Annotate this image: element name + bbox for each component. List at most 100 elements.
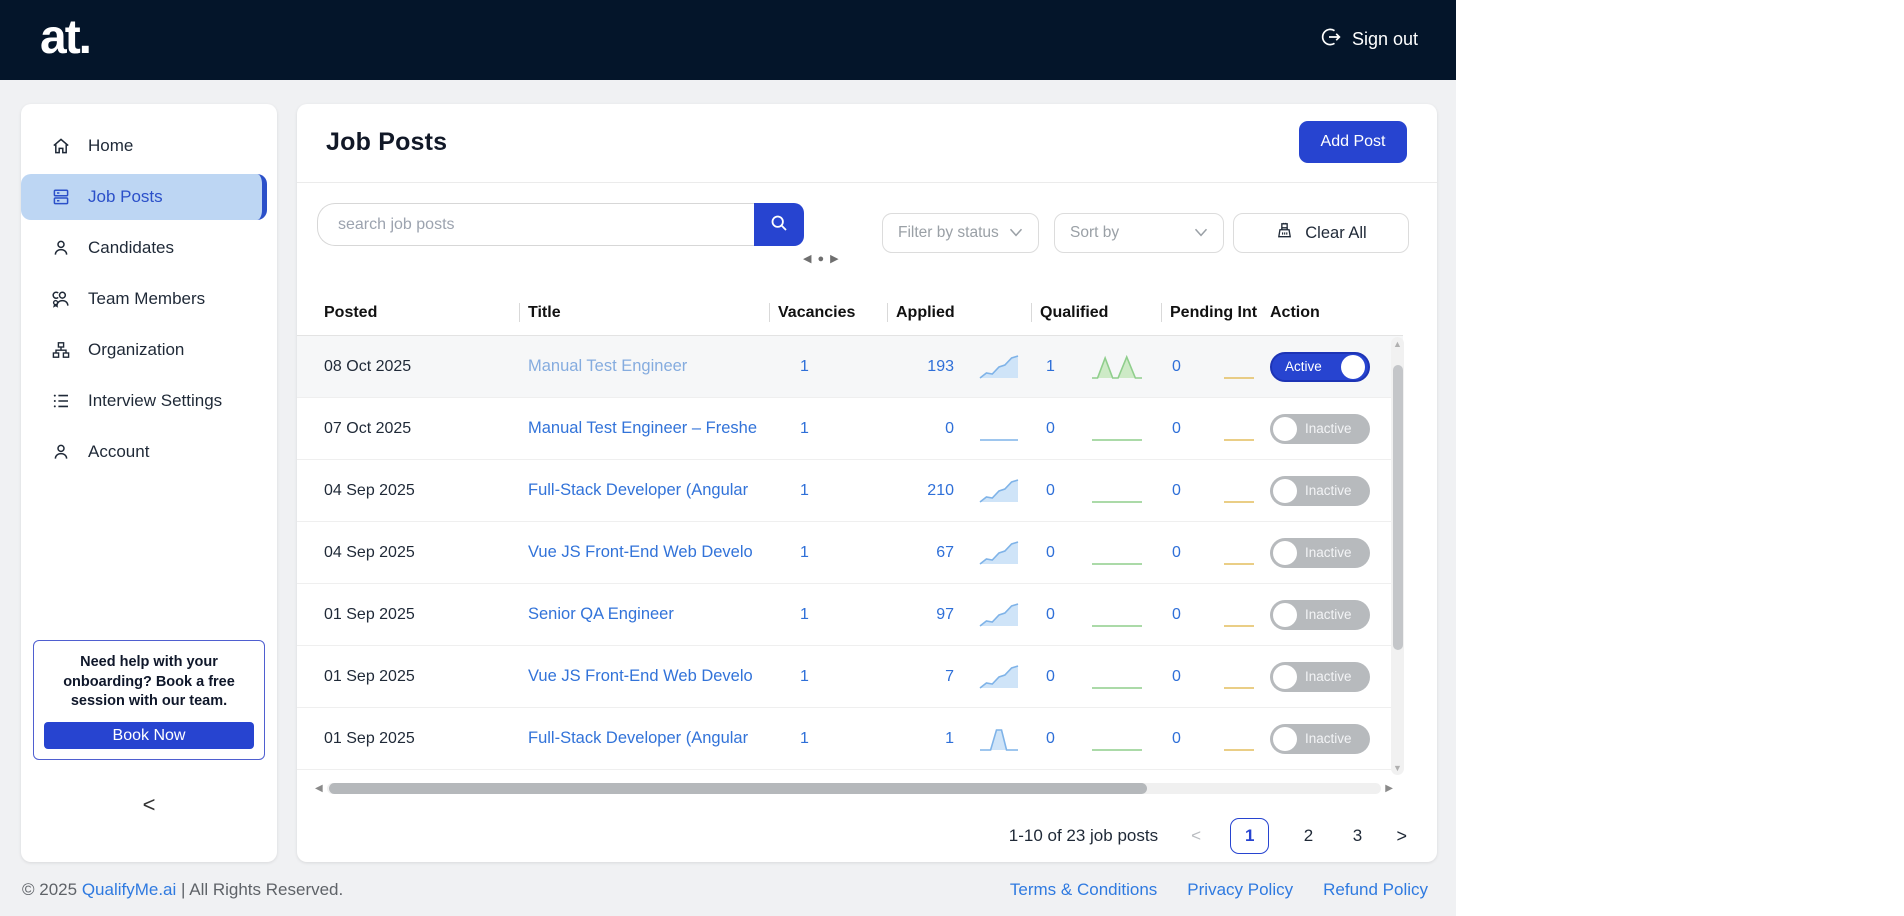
sidebar-collapse-button[interactable]: < xyxy=(21,792,277,818)
sidebar-item-label: Job Posts xyxy=(88,187,163,206)
status-toggle[interactable]: Inactive xyxy=(1270,537,1370,568)
clear-all-button[interactable]: Clear All xyxy=(1233,213,1409,253)
pending-value: 0 xyxy=(1172,605,1181,623)
green-sparkline xyxy=(1092,500,1142,503)
posted-date: 01 Sep 2025 xyxy=(324,667,415,685)
qualified-value: 0 xyxy=(1046,481,1055,499)
qualified-cell: 0 xyxy=(1040,725,1170,753)
status-toggle[interactable]: Inactive xyxy=(1270,475,1370,506)
pagination-prev-button[interactable]: < xyxy=(1191,826,1201,846)
pending-value: 0 xyxy=(1172,357,1181,375)
onboarding-help-box: Need help with your onboarding? Book a f… xyxy=(33,640,265,760)
job-title-link[interactable]: Vue JS Front-End Web Develo xyxy=(528,543,768,562)
column-header-action: Action xyxy=(1270,303,1320,321)
scroll-down-icon[interactable]: ▼ xyxy=(1391,763,1404,773)
brand-logo: at. xyxy=(40,11,92,64)
job-posts-table: Posted Title Vacancies Applied Qualified Pend… xyxy=(297,290,1403,770)
status-toggle[interactable]: Active xyxy=(1270,351,1370,382)
vacancies-value: 1 xyxy=(800,419,809,437)
job-title-cell: Full-Stack Developer (Angular xyxy=(528,729,778,748)
filter-by-status-dropdown[interactable]: Filter by status xyxy=(882,213,1039,253)
scroll-right-icon[interactable]: ▶ xyxy=(1381,783,1397,794)
column-header-title: Title xyxy=(528,290,778,335)
sidebar-item-home[interactable]: Home xyxy=(21,123,267,169)
applied-value: 1 xyxy=(945,729,954,747)
status-toggle[interactable]: Inactive xyxy=(1270,723,1370,754)
status-toggle[interactable]: Inactive xyxy=(1270,661,1370,692)
toggle-label: Inactive xyxy=(1305,669,1352,684)
chevron-down-icon xyxy=(1194,224,1208,242)
carousel-prev-icon[interactable]: ◀ xyxy=(803,252,811,265)
add-post-button[interactable]: Add Post xyxy=(1299,121,1407,163)
pagination-next-button[interactable]: > xyxy=(1396,826,1407,847)
footer-link-privacy-policy[interactable]: Privacy Policy xyxy=(1187,880,1293,900)
vacancies-value: 1 xyxy=(800,667,809,685)
toggle-label: Inactive xyxy=(1305,731,1352,746)
column-header-pending-int: Pending Int xyxy=(1170,303,1258,321)
amber-sparkline xyxy=(1224,686,1254,689)
brand-link[interactable]: QualifyMe.ai xyxy=(82,880,176,899)
blue-sparkline xyxy=(979,664,1019,689)
toggle-label: Inactive xyxy=(1305,545,1352,560)
footer-link-refund-policy[interactable]: Refund Policy xyxy=(1323,880,1428,900)
footer-link-terms-conditions[interactable]: Terms & Conditions xyxy=(1010,880,1157,900)
pagination-page-1[interactable]: 1 xyxy=(1230,818,1270,854)
sidebar-item-job-posts[interactable]: Job Posts xyxy=(21,174,267,220)
posted-date: 04 Sep 2025 xyxy=(324,481,415,499)
job-title-link[interactable]: Full-Stack Developer (Angular xyxy=(528,729,768,748)
sidebar-item-team-members[interactable]: Team Members xyxy=(21,276,267,322)
sign-out-button[interactable]: Sign out xyxy=(1320,26,1418,53)
team-members-icon xyxy=(51,289,71,309)
pagination-page-3[interactable]: 3 xyxy=(1347,826,1367,846)
sidebar-item-organization[interactable]: Organization xyxy=(21,327,267,373)
table-vertical-scrollbar[interactable]: ▲ ▼ xyxy=(1391,337,1404,775)
status-toggle[interactable]: Inactive xyxy=(1270,599,1370,630)
qualified-value: 0 xyxy=(1046,543,1055,561)
job-title-link[interactable]: Vue JS Front-End Web Develo xyxy=(528,667,768,686)
job-title-link[interactable]: Full-Stack Developer (Angular xyxy=(528,481,768,500)
applied-cell: 210 xyxy=(896,477,1040,505)
table-horizontal-scrollbar[interactable]: ◀ ▶ xyxy=(311,780,1397,796)
applied-cell: 193 xyxy=(896,353,1040,381)
carousel-next-icon[interactable]: ▶ xyxy=(830,252,838,265)
candidates-icon xyxy=(51,238,71,258)
horizontal-scroll-thumb[interactable] xyxy=(328,782,1147,794)
pending-value: 0 xyxy=(1172,481,1181,499)
posted-date: 01 Sep 2025 xyxy=(324,729,415,747)
toggle-knob xyxy=(1273,726,1297,751)
sidebar-item-interview-settings[interactable]: Interview Settings xyxy=(21,378,267,424)
carousel-dot-icon[interactable]: ● xyxy=(817,253,824,265)
vertical-scroll-thumb[interactable] xyxy=(1392,365,1403,650)
scroll-left-icon[interactable]: ◀ xyxy=(311,783,327,794)
scroll-up-icon[interactable]: ▲ xyxy=(1391,339,1404,349)
qualified-cell: 0 xyxy=(1040,663,1170,691)
sidebar-item-candidates[interactable]: Candidates xyxy=(21,225,267,271)
filter-by-status-label: Filter by status xyxy=(898,224,999,241)
job-title-link[interactable]: Manual Test Engineer – Freshe xyxy=(528,419,768,438)
pagination-page-2[interactable]: 2 xyxy=(1298,826,1318,846)
job-title-link[interactable]: Manual Test Engineer xyxy=(528,357,768,376)
toggle-label: Active xyxy=(1285,359,1322,374)
sidebar-item-label: Home xyxy=(88,136,134,155)
job-title-link[interactable]: Senior QA Engineer xyxy=(528,605,768,624)
sidebar-item-label: Team Members xyxy=(88,289,206,308)
applied-value: 193 xyxy=(927,357,954,375)
toggle-label: Inactive xyxy=(1305,483,1352,498)
horizontal-scroll-track[interactable] xyxy=(326,782,1382,794)
pending-interviews-cell: 0 xyxy=(1170,663,1270,691)
column-header-applied: Applied xyxy=(896,290,1040,335)
sort-by-dropdown[interactable]: Sort by xyxy=(1054,213,1224,253)
blue-sparkline xyxy=(979,540,1019,565)
blue-sparkline xyxy=(980,728,1018,751)
footer-links: Terms & Conditions Privacy Policy Refund P… xyxy=(1010,880,1428,900)
pending-value: 0 xyxy=(1172,667,1181,685)
amber-sparkline xyxy=(1224,562,1254,565)
sidebar-item-account[interactable]: Account xyxy=(21,429,267,475)
status-toggle[interactable]: Inactive xyxy=(1270,413,1370,444)
search-button[interactable] xyxy=(754,203,804,246)
search-input[interactable] xyxy=(317,203,754,246)
table-header-row: Posted Title Vacancies Applied Qualified Pend… xyxy=(297,290,1403,336)
book-now-button[interactable]: Book Now xyxy=(44,722,254,749)
action-cell: Inactive xyxy=(1270,475,1390,506)
action-cell: Inactive xyxy=(1270,537,1390,568)
